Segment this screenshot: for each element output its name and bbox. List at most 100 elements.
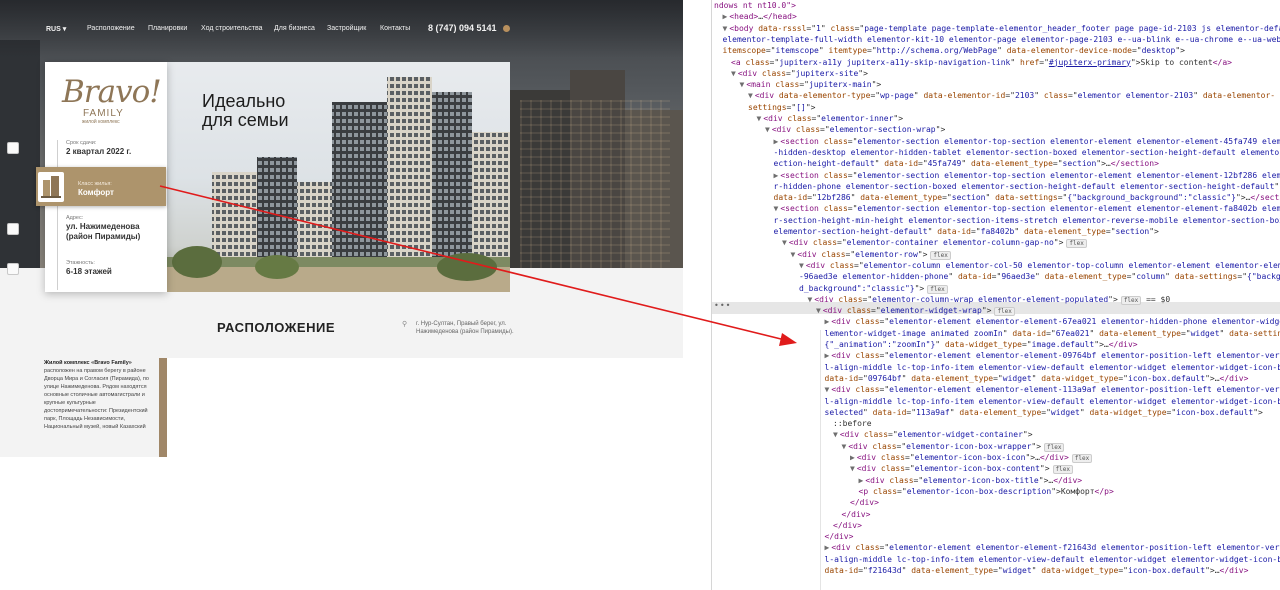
- dom-node-line[interactable]: <p class="elementor-icon-box-description…: [859, 486, 1114, 497]
- dom-node-line[interactable]: selected" data-id="113a9af" data-element…: [825, 407, 1263, 418]
- collapse-triangle-icon[interactable]: ▶: [825, 317, 830, 326]
- nav-item-business[interactable]: Для бизнеса: [274, 25, 315, 32]
- expand-triangle-icon[interactable]: ▼: [748, 91, 753, 100]
- complex-name: Жилой комплекс «Bravo Family»: [44, 360, 132, 366]
- dom-node-line[interactable]: ▼ <section class="elementor-section eleme…: [774, 203, 1280, 214]
- dom-node-line[interactable]: </div>: [833, 520, 862, 531]
- row-menu-icon[interactable]: •••: [714, 301, 731, 310]
- dom-token: </a>: [1212, 57, 1232, 67]
- housing-class-label: Класс жилья:: [78, 181, 112, 187]
- nav-item-construction[interactable]: Ход строительства: [201, 25, 263, 32]
- expand-triangle-icon[interactable]: ▼: [833, 430, 838, 439]
- dom-node-line[interactable]: lementor-widget-image animated zoomIn" d…: [825, 328, 1280, 339]
- dom-node-selected[interactable]: ▼ <div class="elementor-column-wrap eleme…: [808, 294, 1170, 305]
- collapse-triangle-icon[interactable]: ▶: [774, 171, 779, 180]
- dom-node-line[interactable]: ▶ <section class="elementor-section eleme…: [774, 170, 1280, 181]
- expand-triangle-icon[interactable]: ▼: [825, 385, 830, 394]
- dom-node-line[interactable]: itemscope="itemscope" itemtype="http://s…: [723, 45, 1185, 56]
- collapse-triangle-icon[interactable]: ▶: [774, 137, 779, 146]
- dom-token: ">…: [1096, 159, 1111, 169]
- dom-node-line[interactable]: data-id="f21643d" data-element_type="wid…: [825, 565, 1249, 576]
- dom-token: class: [846, 306, 872, 316]
- dom-node-line[interactable]: -hidden-desktop elementor-hidden-tablet …: [774, 147, 1280, 158]
- dom-node-line[interactable]: d_background":"classic"}"> flex: [799, 283, 948, 294]
- expand-triangle-icon[interactable]: ▼: [723, 24, 728, 33]
- dom-node-line[interactable]: l-align-middle lc-top-info-item elemento…: [825, 396, 1280, 407]
- dom-node-line[interactable]: elementor-template-full-width elementor-…: [723, 34, 1280, 45]
- dom-node-line[interactable]: ▼ <div class="jupiterx-site">: [731, 68, 868, 79]
- dom-node-line[interactable]: ▼ <div data-elementor-type="wp-page" data…: [748, 90, 1275, 101]
- expand-triangle-icon[interactable]: ▼: [799, 261, 804, 270]
- dom-node-line[interactable]: ▼ <main class="jupiterx-main">: [740, 79, 882, 90]
- expand-triangle-icon[interactable]: ▼: [816, 306, 821, 315]
- dom-node-line[interactable]: settings="[]">: [748, 102, 815, 113]
- expand-triangle-icon[interactable]: ▼: [740, 80, 745, 89]
- dom-token: elementor-icon-box-content: [914, 464, 1040, 474]
- dom-token: <div: [848, 441, 873, 451]
- dom-node-line[interactable]: ▶ <div class="elementor-element elementor…: [825, 350, 1280, 361]
- dom-node-line[interactable]: ▼ <div class="elementor-icon-box-wrapper"…: [842, 441, 1065, 452]
- dom-node-line[interactable]: </div>: [825, 531, 854, 542]
- nav-item-plans[interactable]: Планировки: [148, 25, 187, 32]
- dom-node-line[interactable]: ▼ <div class="elementor-widget-wrap"> flex: [816, 305, 1015, 317]
- dom-node-line[interactable]: l-align-middle lc-top-info-item elemento…: [825, 362, 1280, 373]
- expand-triangle-icon[interactable]: ▼: [782, 238, 787, 247]
- dom-node-line[interactable]: -96aed3e elementor-hidden-phone" data-id…: [799, 271, 1280, 282]
- dom-node-line[interactable]: ▼ <div class="elementor-row"> flex: [791, 249, 951, 260]
- dom-node-line[interactable]: ▼ <div class="elementor-element elementor…: [825, 384, 1280, 395]
- dom-token: 09764bf: [867, 373, 902, 383]
- nav-item-contacts[interactable]: Контакты: [380, 25, 410, 32]
- dom-node-line[interactable]: r-hidden-phone elementor-section-boxed e…: [774, 181, 1280, 192]
- expand-triangle-icon[interactable]: ▼: [731, 69, 736, 78]
- dom-node-line[interactable]: ▼ <div class="elementor-icon-box-content"…: [850, 463, 1073, 475]
- dom-node-line[interactable]: </div>: [850, 497, 879, 508]
- dom-node-line[interactable]: l-align-middle lc-top-info-item elemento…: [825, 554, 1280, 565]
- dom-node-line[interactable]: r-section-height-min-height elementor-se…: [774, 215, 1280, 226]
- expand-triangle-icon[interactable]: ▼: [842, 442, 847, 451]
- dom-node-line[interactable]: data-id="09764bf" data-element_type="wid…: [825, 373, 1249, 384]
- dom-node-line[interactable]: ndows nt nt10.0">: [714, 0, 796, 11]
- collapse-triangle-icon[interactable]: ▶: [723, 12, 728, 21]
- housing-class-value: Комфорт: [78, 188, 114, 197]
- expand-triangle-icon[interactable]: ▼: [808, 295, 813, 304]
- collapse-triangle-icon[interactable]: ▶: [850, 453, 855, 462]
- dom-node-line[interactable]: ▼ <div class="elementor-column elementor-…: [799, 260, 1280, 271]
- dom-node-line[interactable]: ▶ <div class="elementor-element elementor…: [825, 316, 1280, 327]
- language-switcher[interactable]: RUS ▾: [46, 25, 66, 33]
- dom-token: data-settings: [995, 193, 1058, 203]
- dom-node-line[interactable]: ection-height-default" data-id="45fa749"…: [774, 158, 1159, 169]
- dom-node-line[interactable]: <a class="jupiterx-a11y jupiterx-a11y-sk…: [731, 57, 1232, 68]
- dom-node-line[interactable]: ▶ <section class="elementor-section eleme…: [774, 136, 1280, 147]
- nav-item-developer[interactable]: Застройщик: [327, 25, 366, 32]
- dom-token: class: [823, 136, 848, 146]
- dom-node-line[interactable]: ▼ <div class="elementor-section-wrap">: [765, 124, 945, 135]
- dom-node-line[interactable]: {"_animation":"zoomIn"}" data-widget_typ…: [825, 339, 1138, 350]
- dom-node-line[interactable]: </div>: [842, 509, 871, 520]
- collapse-triangle-icon[interactable]: ▶: [825, 543, 830, 552]
- address-value: ул. Нажимеденова (район Пирамиды): [66, 222, 141, 241]
- dom-node-line[interactable]: ▼ <div class="elementor-widget-container"…: [833, 429, 1033, 440]
- dom-token: class: [821, 249, 846, 259]
- phone-number[interactable]: 8 (747) 094 5141: [428, 23, 497, 33]
- expand-triangle-icon[interactable]: ▼: [850, 464, 855, 473]
- dom-token: elementor-row: [855, 249, 918, 259]
- dom-node-line[interactable]: ::before: [833, 418, 872, 429]
- dom-node-line[interactable]: ▶ <div class="elementor-element elementor…: [825, 542, 1280, 553]
- dom-node-line[interactable]: ▶ <div class="elementor-icon-box-title">……: [859, 475, 1083, 486]
- dom-node-line[interactable]: ▼ <div class="elementor-inner">: [757, 113, 904, 124]
- expand-triangle-icon[interactable]: ▼: [765, 125, 770, 134]
- phone-icon[interactable]: [503, 25, 510, 32]
- collapse-triangle-icon[interactable]: ▶: [859, 476, 864, 485]
- expand-triangle-icon[interactable]: ▼: [774, 204, 779, 213]
- dom-node-line[interactable]: ▼ <div class="elementor-container element…: [782, 237, 1087, 249]
- expand-triangle-icon[interactable]: ▼: [757, 114, 762, 123]
- dom-node-line[interactable]: elementor-section-height-default" data-i…: [774, 226, 1159, 237]
- dom-node-line[interactable]: ▶ <div class="elementor-icon-box-icon">…<…: [850, 452, 1093, 463]
- dom-node-line[interactable]: ▼ <body data-rsssl="1" class="page-templa…: [723, 23, 1280, 34]
- collapse-triangle-icon[interactable]: ▶: [825, 351, 830, 360]
- dom-token: <div: [856, 464, 881, 474]
- dom-node-line[interactable]: ▶ <head>…</head>: [723, 11, 797, 22]
- nav-item-location[interactable]: Расположение: [87, 25, 135, 32]
- expand-triangle-icon[interactable]: ▼: [791, 250, 796, 259]
- dom-node-line[interactable]: data-id="12bf286" data-element_type="sec…: [774, 192, 1280, 203]
